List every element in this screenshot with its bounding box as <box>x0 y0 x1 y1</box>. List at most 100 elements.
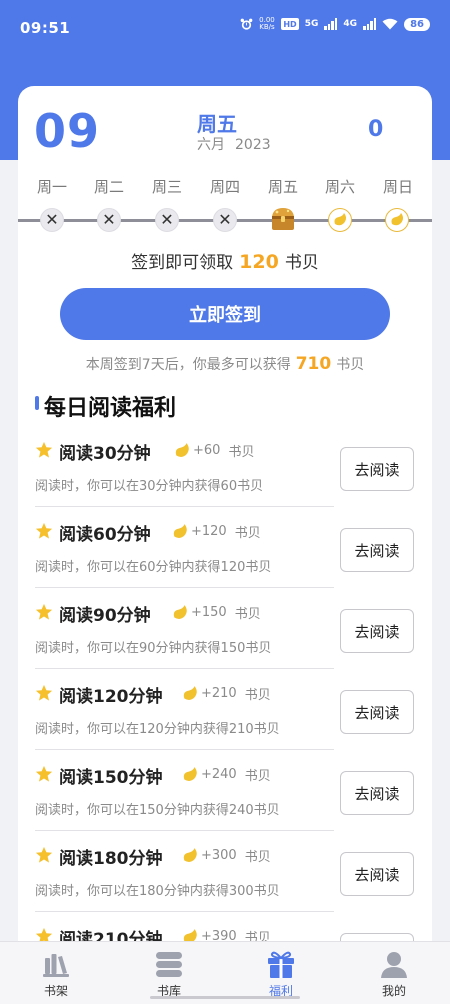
task-description: 阅读时，你可以在60分钟内获得120书贝 <box>35 560 272 575</box>
star-icon <box>35 441 53 458</box>
star-icon <box>35 603 53 620</box>
library-icon <box>156 952 182 977</box>
divider <box>35 830 334 831</box>
signin-reward-text: 签到即可领取 120 书贝 <box>0 248 450 273</box>
bean-icon <box>183 766 197 781</box>
go-read-button[interactable]: 去阅读 <box>340 771 414 815</box>
task-reward: +60 书贝 <box>173 441 254 460</box>
go-read-button[interactable]: 去阅读 <box>340 690 414 734</box>
go-read-button[interactable]: 去阅读 <box>340 609 414 653</box>
signin-button[interactable]: 立即签到 <box>60 288 390 340</box>
task-item: 阅读30分钟 +60 书贝 阅读时，你可以在30分钟内获得60书贝 去阅读 <box>35 427 415 508</box>
task-reward-amount: +120 <box>191 524 227 539</box>
task-item: 阅读180分钟 +300 书贝 阅读时，你可以在180分钟内获得300书贝 去阅读 <box>35 832 415 913</box>
star-icon <box>35 846 53 863</box>
missed-icon: ✕ <box>213 208 237 232</box>
task-reward: +300 书贝 <box>181 846 271 865</box>
go-read-button[interactable]: 去阅读 <box>340 528 414 572</box>
section-accent-bar <box>35 396 39 410</box>
week-label-wed: 周三 <box>151 178 182 196</box>
signin-reward-amount: 120 <box>239 251 279 273</box>
task-description: 阅读时，你可以在90分钟内获得150书贝 <box>35 641 272 656</box>
week-label-sat: 周六 <box>324 178 355 196</box>
task-item: 阅读60分钟 +120 书贝 阅读时，你可以在60分钟内获得120书贝 去阅读 <box>35 508 415 589</box>
net-5g-label: 5G <box>304 19 319 29</box>
task-description: 阅读时，你可以在180分钟内获得300书贝 <box>35 884 280 899</box>
alarm-icon <box>240 18 253 30</box>
task-reward-unit: 书贝 <box>244 688 271 703</box>
task-description: 阅读时，你可以在150分钟内获得240书贝 <box>35 803 280 818</box>
battery-indicator: 86 <box>404 17 430 31</box>
week-bonus-amount: 710 <box>295 354 332 374</box>
task-title: 阅读180分钟 <box>59 849 163 869</box>
task-reward-unit: 书贝 <box>234 607 261 622</box>
bean-icon <box>328 208 352 232</box>
tab-welfare[interactable]: 福利 <box>225 942 337 1004</box>
go-read-button[interactable]: 去阅读 <box>340 447 414 491</box>
tab-library[interactable]: 书库 <box>113 942 225 1004</box>
task-title: 阅读150分钟 <box>59 768 163 788</box>
bottom-tab-bar: 书架 书库 福利 我的 <box>0 941 450 1004</box>
tab-profile[interactable]: 我的 <box>338 942 450 1004</box>
status-bar: 09:51 0.00 KB/s HD 5G 4G 86 <box>0 0 450 56</box>
week-row: 周一 周二 周三 周四 周五 周六 周日 <box>24 176 426 198</box>
task-reward-amount: +240 <box>201 767 237 782</box>
hd-icon: HD <box>280 18 299 30</box>
week-label-fri: 周五 <box>267 178 298 196</box>
section-title: 每日阅读福利 <box>44 396 177 421</box>
bean-icon <box>183 685 197 700</box>
signal-icon-1 <box>324 18 338 30</box>
home-indicator <box>150 996 300 999</box>
tab-label: 书架 <box>43 984 68 998</box>
task-reward-unit: 书贝 <box>244 850 271 865</box>
signin-reward-prefix: 签到即可领取 <box>131 253 234 273</box>
task-reward-amount: +210 <box>201 686 237 701</box>
wifi-icon <box>382 18 398 30</box>
profile-icon <box>381 952 407 978</box>
date-day: 09 <box>34 104 101 158</box>
task-item: 阅读120分钟 +210 书贝 阅读时，你可以在120分钟内获得210书贝 去阅读 <box>35 670 415 751</box>
task-title: 阅读60分钟 <box>59 525 151 545</box>
tab-label: 我的 <box>381 984 406 998</box>
divider <box>35 587 334 588</box>
net-speed-unit: KB/s <box>259 23 275 31</box>
status-icons: 0.00 KB/s HD 5G 4G 86 <box>240 17 430 31</box>
date-weekday: 周五 <box>197 112 237 136</box>
divider <box>35 911 334 912</box>
task-reward-unit: 书贝 <box>228 445 255 460</box>
week-label-sun: 周日 <box>382 178 413 196</box>
star-icon <box>35 522 53 539</box>
status-time: 09:51 <box>20 19 71 37</box>
divider <box>35 668 334 669</box>
treasure-chest-icon[interactable] <box>268 204 298 234</box>
star-icon <box>35 684 53 701</box>
tab-bookshelf[interactable]: 书架 <box>0 942 112 1004</box>
star-icon <box>35 765 53 782</box>
task-reward: +210 书贝 <box>181 684 271 703</box>
bean-icon <box>385 208 409 232</box>
divider <box>35 506 334 507</box>
week-bonus-text: 本周签到7天后，你最多可以获得 710 书贝 <box>0 354 450 374</box>
signin-reward-unit: 书贝 <box>284 253 319 273</box>
missed-icon: ✕ <box>97 208 121 232</box>
task-reward-unit: 书贝 <box>234 526 261 541</box>
svg-text:HD: HD <box>283 20 297 29</box>
task-reward: +240 书贝 <box>181 765 271 784</box>
task-title: 阅读120分钟 <box>59 687 163 707</box>
task-item: 阅读90分钟 +150 书贝 阅读时，你可以在90分钟内获得150书贝 去阅读 <box>35 589 415 670</box>
date-month: 六月 <box>197 137 225 153</box>
task-reward-amount: +150 <box>191 605 227 620</box>
task-title: 阅读90分钟 <box>59 606 151 626</box>
task-title: 阅读30分钟 <box>59 444 151 464</box>
task-description: 阅读时，你可以在120分钟内获得210书贝 <box>35 722 280 737</box>
points-balance: 0 <box>368 117 384 142</box>
week-bonus-prefix: 本周签到7天后，你最多可以获得 <box>85 357 291 373</box>
go-read-button[interactable]: 去阅读 <box>340 852 414 896</box>
gift-icon <box>268 951 294 978</box>
week-bonus-unit: 书贝 <box>336 357 365 373</box>
missed-icon: ✕ <box>155 208 179 232</box>
missed-icon: ✕ <box>40 208 64 232</box>
task-reward-amount: +300 <box>201 848 237 863</box>
bookshelf-icon <box>43 954 69 977</box>
net-speed: 0.00 KB/s <box>259 17 275 31</box>
